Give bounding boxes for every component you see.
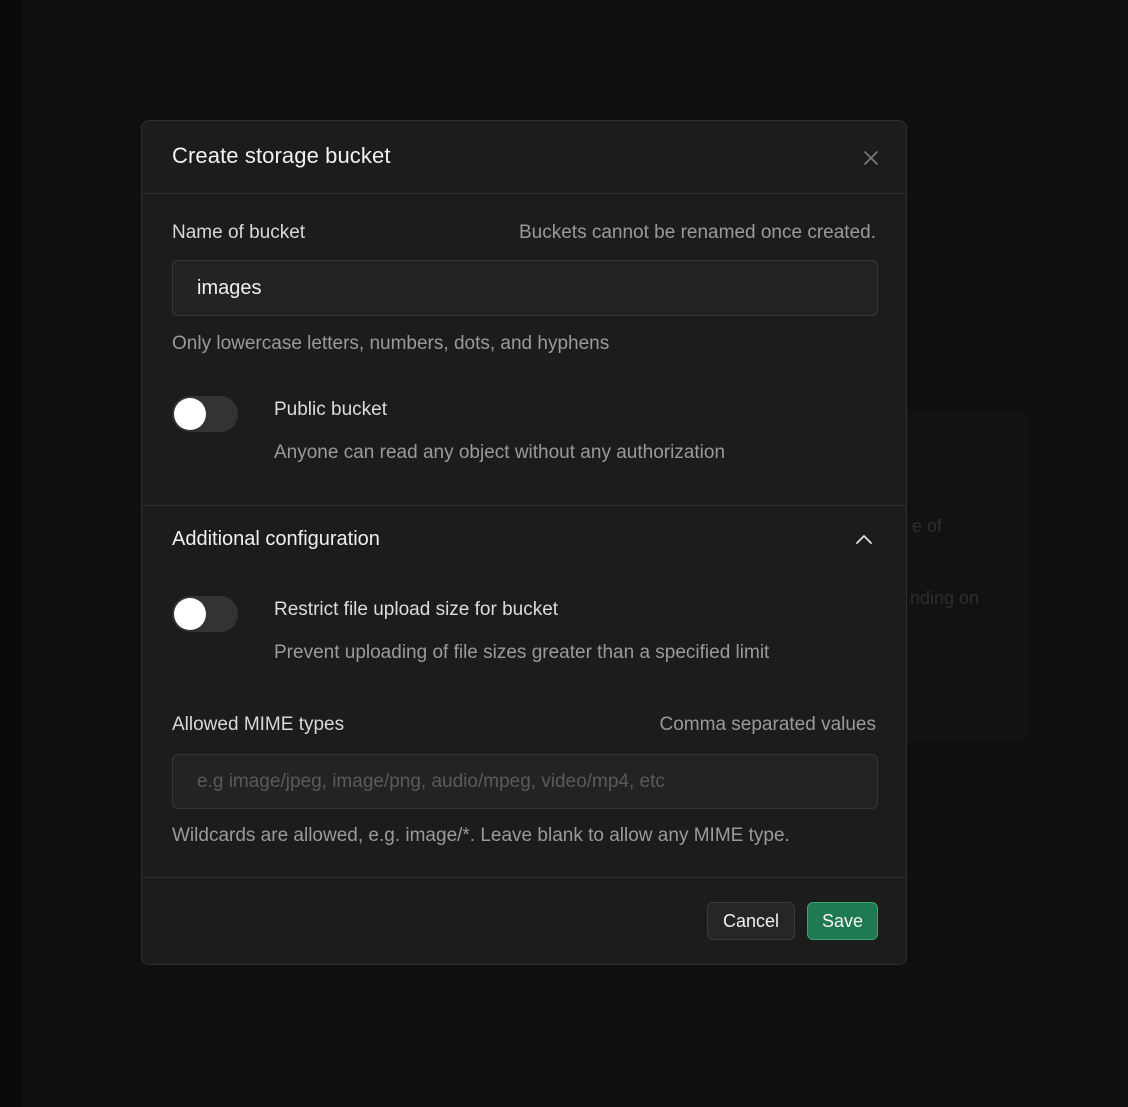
- bucket-name-input[interactable]: [172, 260, 878, 316]
- restrict-upload-size-description: Prevent uploading of file sizes greater …: [274, 642, 770, 663]
- mime-types-hint: Comma separated values: [659, 714, 877, 735]
- additional-configuration-toggle[interactable]: Additional configuration: [142, 506, 906, 572]
- close-icon: [864, 151, 878, 165]
- restrict-upload-size-toggle[interactable]: [172, 596, 238, 632]
- mime-types-input[interactable]: [172, 754, 878, 809]
- dialog-header: Create storage bucket: [142, 121, 906, 194]
- public-bucket-description: Anyone can read any object without any a…: [274, 442, 726, 463]
- chevron-up-icon: [856, 535, 872, 544]
- close-button[interactable]: [858, 145, 884, 171]
- dialog-footer: Cancel Save: [142, 878, 906, 964]
- bucket-basics-section: Name of bucket Buckets cannot be renamed…: [142, 194, 906, 506]
- background-text-1: e of: [912, 516, 943, 536]
- bucket-name-label: Name of bucket: [172, 222, 306, 243]
- additional-configuration-title: Additional configuration: [172, 528, 380, 550]
- toggle-knob: [174, 598, 206, 630]
- additional-configuration-section: Additional configuration Restrict file u…: [142, 506, 906, 878]
- bucket-name-help: Only lowercase letters, numbers, dots, a…: [172, 333, 610, 354]
- create-bucket-dialog: Create storage bucket Name of bucket Buc…: [141, 120, 907, 965]
- public-bucket-toggle[interactable]: [172, 396, 238, 432]
- save-button[interactable]: Save: [807, 902, 878, 940]
- mime-types-help: Wildcards are allowed, e.g. image/*. Lea…: [172, 825, 790, 846]
- background-text-2: nding on: [910, 588, 980, 608]
- background-sidebar: [0, 0, 22, 1107]
- toggle-knob: [174, 398, 206, 430]
- mime-types-label: Allowed MIME types: [172, 714, 345, 735]
- bucket-name-hint: Buckets cannot be renamed once created.: [518, 222, 876, 243]
- restrict-upload-size-title: Restrict file upload size for bucket: [274, 599, 559, 620]
- public-bucket-title: Public bucket: [274, 399, 388, 420]
- dialog-title: Create storage bucket: [172, 143, 391, 168]
- cancel-button[interactable]: Cancel: [707, 902, 795, 940]
